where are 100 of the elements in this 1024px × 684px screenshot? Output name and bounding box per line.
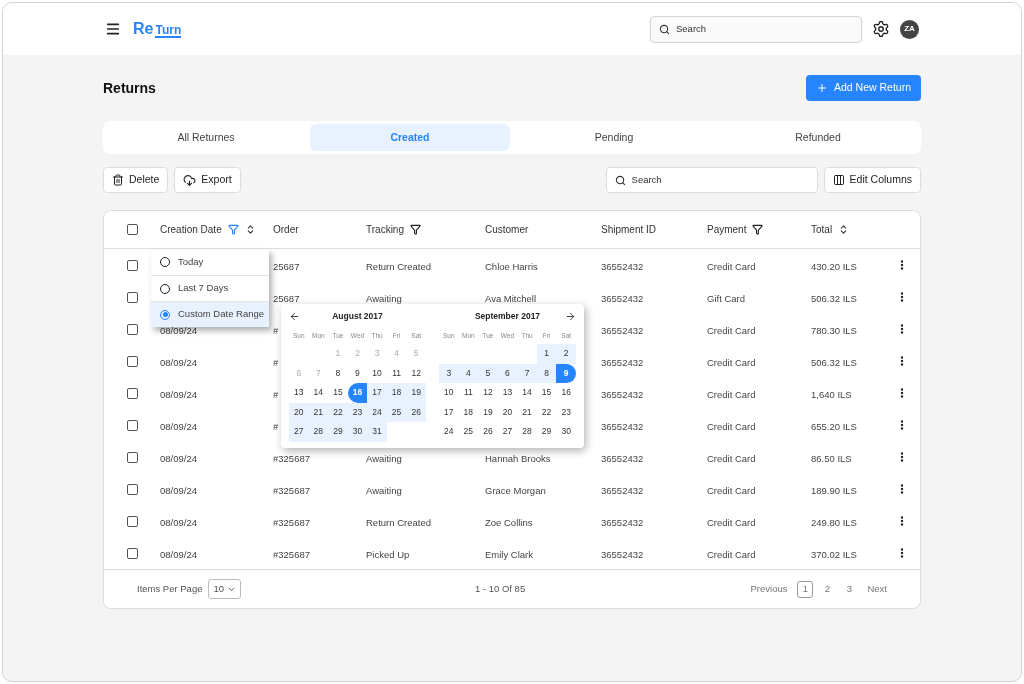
avatar[interactable]: ZA bbox=[900, 19, 919, 39]
calendar-day[interactable]: 25 bbox=[458, 422, 479, 442]
calendar-day[interactable]: 1 bbox=[536, 344, 557, 364]
calendar-day[interactable]: 13 bbox=[289, 383, 309, 403]
calendar-day[interactable]: 29 bbox=[536, 422, 557, 442]
calendar-day[interactable]: 18 bbox=[386, 383, 407, 403]
page-title: Returns bbox=[103, 78, 156, 98]
checkbox[interactable] bbox=[126, 419, 138, 431]
calendar-day[interactable]: 30 bbox=[556, 422, 576, 442]
calendar-day[interactable]: 16 bbox=[556, 383, 576, 403]
calendar-day[interactable]: 19 bbox=[406, 383, 426, 403]
calendar-day[interactable]: 13 bbox=[497, 383, 518, 403]
date-filter-option[interactable]: Custom Date Range bbox=[151, 301, 269, 327]
calendar-day[interactable]: 2 bbox=[556, 344, 576, 364]
table-cell: Credit Card bbox=[707, 357, 756, 368]
calendar-day[interactable]: 17 bbox=[439, 402, 459, 422]
calendar-day[interactable]: 22 bbox=[536, 402, 557, 422]
table-cell: Credit Card bbox=[707, 389, 756, 400]
settings-icon[interactable] bbox=[872, 20, 890, 38]
search-input[interactable]: Search bbox=[676, 21, 853, 37]
calendar-day[interactable]: 11 bbox=[386, 363, 407, 383]
calendar-day[interactable]: 29 bbox=[328, 422, 348, 442]
calendar-day[interactable]: 9 bbox=[556, 363, 576, 383]
previous-link[interactable]: Previous bbox=[750, 581, 788, 597]
table-cell: Credit Card bbox=[707, 517, 756, 528]
search-field[interactable]: Search bbox=[650, 15, 862, 43]
table-cell: #325687 bbox=[273, 517, 310, 528]
calendar-day[interactable]: 19 bbox=[478, 402, 498, 422]
calendar-day[interactable]: 20 bbox=[289, 402, 309, 422]
table-search-field[interactable]: Search bbox=[605, 167, 818, 193]
calendar-day[interactable]: 26 bbox=[478, 422, 498, 442]
calendar-day[interactable]: 23 bbox=[556, 402, 576, 422]
checkbox[interactable] bbox=[126, 515, 138, 527]
tab[interactable]: Pending bbox=[514, 124, 714, 151]
calendar-day[interactable]: 3 bbox=[439, 363, 459, 383]
checkbox[interactable] bbox=[126, 259, 138, 271]
calendar-day[interactable]: 6 bbox=[497, 363, 518, 383]
table-cell: 36552432 bbox=[601, 549, 644, 560]
calendar-day[interactable]: 28 bbox=[308, 422, 329, 442]
search-input[interactable]: Search bbox=[631, 172, 809, 188]
calendar-day[interactable]: 5 bbox=[478, 363, 498, 383]
calendar-day[interactable]: 8 bbox=[328, 363, 348, 383]
calendar-day[interactable]: 24 bbox=[439, 422, 459, 442]
calendar-day[interactable]: 27 bbox=[289, 422, 309, 442]
checkbox[interactable] bbox=[126, 355, 138, 367]
checkbox[interactable] bbox=[126, 451, 138, 463]
page-button[interactable]: 2 bbox=[819, 580, 836, 598]
filter-icon[interactable] bbox=[752, 224, 764, 235]
calendar-day[interactable]: 10 bbox=[367, 363, 387, 383]
checkbox[interactable] bbox=[126, 323, 138, 335]
page-button[interactable]: 3 bbox=[841, 580, 858, 598]
items-per-page-select[interactable]: 10 bbox=[208, 579, 242, 599]
calendar-day[interactable]: 14 bbox=[308, 383, 329, 403]
filter-icon[interactable] bbox=[410, 224, 421, 235]
previous-month-icon[interactable] bbox=[289, 311, 300, 322]
calendar-day[interactable]: 31 bbox=[367, 422, 387, 442]
checkbox[interactable] bbox=[126, 483, 138, 495]
calendar-day[interactable]: 12 bbox=[478, 383, 498, 403]
checkbox[interactable] bbox=[126, 547, 138, 559]
calendar-day[interactable]: 30 bbox=[347, 422, 368, 442]
calendar-day[interactable]: 11 bbox=[458, 383, 479, 403]
next-month-icon[interactable] bbox=[565, 311, 576, 322]
table-cell: 36552432 bbox=[601, 453, 644, 464]
table-cell: Credit Card bbox=[707, 325, 756, 336]
calendar-day[interactable]: 27 bbox=[497, 422, 518, 442]
calendar-day[interactable]: 16 bbox=[347, 383, 368, 403]
calendar-day[interactable]: 12 bbox=[406, 363, 426, 383]
table-cell: Return Created bbox=[366, 261, 431, 272]
calendar-day[interactable]: 10 bbox=[439, 383, 459, 403]
search-icon bbox=[614, 174, 626, 186]
cloud-download-icon bbox=[183, 173, 197, 187]
edit-columns-button[interactable]: Edit Columns bbox=[823, 167, 921, 193]
date-filter-option[interactable]: Today bbox=[151, 249, 269, 275]
calendar-day[interactable]: 7 bbox=[517, 363, 537, 383]
calendar-day[interactable]: 18 bbox=[458, 402, 479, 422]
calendar-day[interactable]: 24 bbox=[367, 402, 387, 422]
calendar-day[interactable]: 21 bbox=[517, 402, 537, 422]
calendar-day[interactable]: 14 bbox=[517, 383, 537, 403]
checkbox[interactable] bbox=[126, 291, 138, 303]
next-link[interactable]: Next bbox=[867, 581, 887, 597]
tab[interactable]: Refunded bbox=[718, 124, 918, 151]
page-button[interactable]: 1 bbox=[797, 580, 814, 598]
calendar-day[interactable]: 28 bbox=[517, 422, 537, 442]
add-new-return-button[interactable]: Add New Return bbox=[805, 75, 921, 101]
tab[interactable]: All Returnes bbox=[106, 124, 306, 151]
table-cell: 86.50 ILS bbox=[811, 453, 852, 464]
calendar-day[interactable]: 22 bbox=[328, 402, 348, 422]
checkbox[interactable] bbox=[126, 387, 138, 399]
calendar-day[interactable]: 20 bbox=[497, 402, 518, 422]
calendar-day[interactable]: 9 bbox=[347, 363, 368, 383]
calendar-day[interactable]: 21 bbox=[308, 402, 329, 422]
checkbox[interactable] bbox=[126, 224, 138, 235]
menu-icon[interactable] bbox=[105, 21, 121, 37]
calendar-day[interactable]: 17 bbox=[367, 383, 387, 403]
calendar-day[interactable]: 26 bbox=[406, 402, 426, 422]
calendar-day[interactable]: 15 bbox=[536, 383, 557, 403]
calendar-day[interactable]: 15 bbox=[328, 383, 348, 403]
export-button[interactable]: Export bbox=[174, 167, 241, 193]
delete-button[interactable]: Delete bbox=[103, 167, 169, 193]
calendar-day[interactable]: 4 bbox=[458, 363, 479, 383]
